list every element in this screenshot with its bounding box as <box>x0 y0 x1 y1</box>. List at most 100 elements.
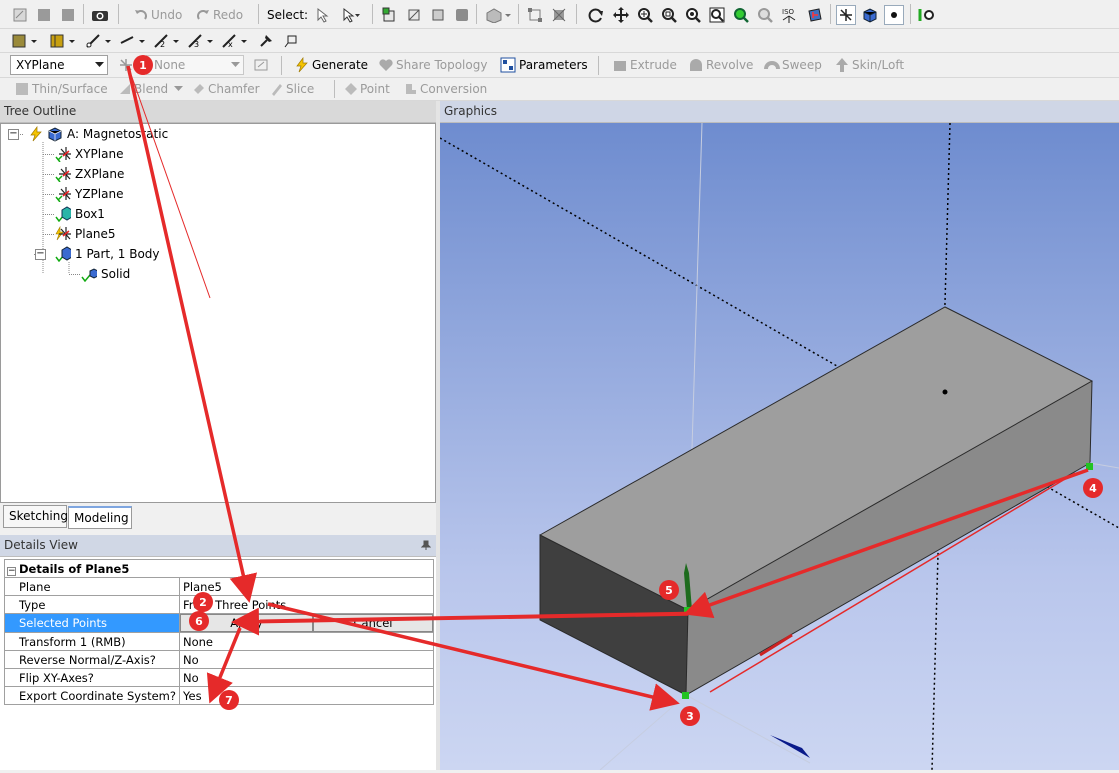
zoom-box-icon[interactable] <box>659 5 679 25</box>
chamfer-button[interactable]: Chamfer <box>192 79 260 99</box>
selected-point[interactable] <box>684 607 692 615</box>
separator <box>83 4 84 24</box>
thin-axis-line <box>1089 462 1119 469</box>
plane-select[interactable]: XYPlane <box>10 55 108 75</box>
tree-item-yzplane[interactable]: YZPlane <box>55 184 123 204</box>
body-display-dropdown-icon[interactable] <box>10 31 42 51</box>
graphics-viewport[interactable] <box>439 122 1119 771</box>
tree-item-solid[interactable]: Solid <box>81 264 130 284</box>
collapse-toggle[interactable]: − <box>35 249 46 260</box>
previous-view-icon[interactable] <box>755 5 775 25</box>
select-new-icon[interactable] <box>313 5 333 25</box>
tree-item-box1[interactable]: Box1 <box>55 204 105 224</box>
clear-selection-icon[interactable] <box>549 5 569 25</box>
draw-line-dropdown-icon[interactable] <box>84 31 116 51</box>
display-model-toggle-icon[interactable] <box>836 5 856 25</box>
new-file-icon[interactable] <box>10 5 30 25</box>
separator <box>281 56 282 75</box>
model-view <box>439 122 1119 771</box>
details-value[interactable]: No <box>179 668 434 687</box>
camera-icon[interactable] <box>90 5 110 25</box>
skin-loft-button[interactable]: Skin/Loft <box>834 55 904 75</box>
draw-2-dropdown-icon[interactable]: 2 <box>152 31 184 51</box>
callout-badge: 2 <box>193 592 213 612</box>
rotate-icon[interactable] <box>586 5 606 25</box>
select-face-icon[interactable] <box>428 5 448 25</box>
draw-arc-dropdown-icon[interactable] <box>118 31 150 51</box>
tab-modeling[interactable]: Modeling <box>68 506 132 529</box>
point-label: Point <box>360 82 390 96</box>
generate-button[interactable]: Generate <box>294 55 368 75</box>
feature-toolbar: XYPlane None Generate Share Topology Par… <box>0 53 1119 78</box>
parameters-button[interactable]: Parameters <box>500 55 588 75</box>
details-value[interactable]: No <box>179 650 434 669</box>
select-body-icon[interactable] <box>452 5 472 25</box>
pan-icon[interactable] <box>611 5 631 25</box>
zoom-to-fit-icon[interactable] <box>707 5 727 25</box>
sweep-button[interactable]: Sweep <box>764 55 822 75</box>
collapse-toggle[interactable]: − <box>8 129 19 140</box>
details-row-reverse-normal: Reverse Normal/Z-Axis? No <box>4 650 434 669</box>
tree-item-root[interactable]: A: Magnetostatic <box>27 124 168 144</box>
details-key[interactable]: Selected Points <box>4 613 180 633</box>
undo-button[interactable]: Undo <box>133 5 182 25</box>
details-value[interactable]: Plane5 <box>179 577 434 596</box>
slice-button[interactable]: Slice <box>270 79 314 99</box>
box-zoom-icon[interactable] <box>525 5 545 25</box>
details-value[interactable]: None <box>179 632 434 651</box>
sketch-select[interactable]: None <box>146 55 244 75</box>
callout-badge: 6 <box>189 611 209 631</box>
point-button[interactable]: Point <box>344 79 390 99</box>
modify-toolbar: Thin/Surface Blend Chamfer Slice Point C… <box>0 78 1119 101</box>
details-row-plane: Plane Plane5 <box>4 577 434 596</box>
display-body-icon[interactable] <box>860 5 880 25</box>
zoom-fit-icon[interactable] <box>683 5 703 25</box>
draw-x-dropdown-icon[interactable]: x <box>220 31 252 51</box>
details-value[interactable]: Yes <box>179 686 434 705</box>
display-point-icon[interactable] <box>884 5 904 25</box>
chevron-down-icon <box>231 62 240 67</box>
tree-item-plane5[interactable]: Plane5 <box>55 224 116 244</box>
conversion-icon <box>406 84 416 94</box>
redo-button[interactable]: Redo <box>195 5 243 25</box>
tree-item-zxplane[interactable]: ZXPlane <box>55 164 124 184</box>
select-mode-dropdown-icon[interactable] <box>341 5 361 25</box>
zoom-icon[interactable] <box>635 5 655 25</box>
named-selection-icon[interactable] <box>917 5 937 25</box>
collapse-toggle[interactable]: − <box>7 566 16 576</box>
tab-sketching[interactable]: Sketching <box>3 505 68 528</box>
skin-loft-label: Skin/Loft <box>852 58 905 72</box>
share-topology-button[interactable]: Share Topology <box>378 55 487 75</box>
select-vertex-icon[interactable] <box>380 5 400 25</box>
display-plane-icon[interactable] <box>805 5 825 25</box>
conversion-button[interactable]: Conversion <box>404 79 487 99</box>
tree-item-label: A: Magnetostatic <box>67 127 169 141</box>
open-icon[interactable] <box>34 5 54 25</box>
selected-point[interactable] <box>1086 463 1093 470</box>
mode-tabs: Sketching Modeling <box>0 503 436 530</box>
details-value[interactable]: From Three Points <box>179 595 434 614</box>
selected-point[interactable] <box>682 692 689 699</box>
pin-icon[interactable] <box>256 31 276 51</box>
draw-3-dropdown-icon[interactable]: 3 <box>186 31 218 51</box>
separator <box>910 4 911 24</box>
extend-selection-dropdown-icon[interactable] <box>483 5 515 25</box>
iso-view-icon[interactable]: ISO <box>779 5 799 25</box>
thin-surface-button[interactable]: Thin/Surface <box>14 79 108 99</box>
save-icon[interactable] <box>58 5 78 25</box>
tree-item-parts[interactable]: 1 Part, 1 Body <box>55 244 160 264</box>
details-section-header[interactable]: − Details of Plane5 <box>4 559 434 578</box>
reference-icon[interactable] <box>280 31 300 51</box>
new-sketch-icon[interactable] <box>251 55 271 75</box>
sweep-label: Sweep <box>782 58 822 72</box>
cancel-button[interactable]: Cancel <box>313 614 433 632</box>
blend-button[interactable]: Blend <box>118 79 184 99</box>
svg-text:x: x <box>228 40 233 49</box>
revolve-button[interactable]: Revolve <box>688 55 753 75</box>
extrude-button[interactable]: Extrude <box>612 55 677 75</box>
tree-item-xyplane[interactable]: XYPlane <box>55 144 123 164</box>
pin-icon[interactable] <box>421 540 431 550</box>
edge-display-dropdown-icon[interactable] <box>48 31 80 51</box>
select-edge-icon[interactable] <box>404 5 424 25</box>
magnifier-icon[interactable] <box>731 5 751 25</box>
